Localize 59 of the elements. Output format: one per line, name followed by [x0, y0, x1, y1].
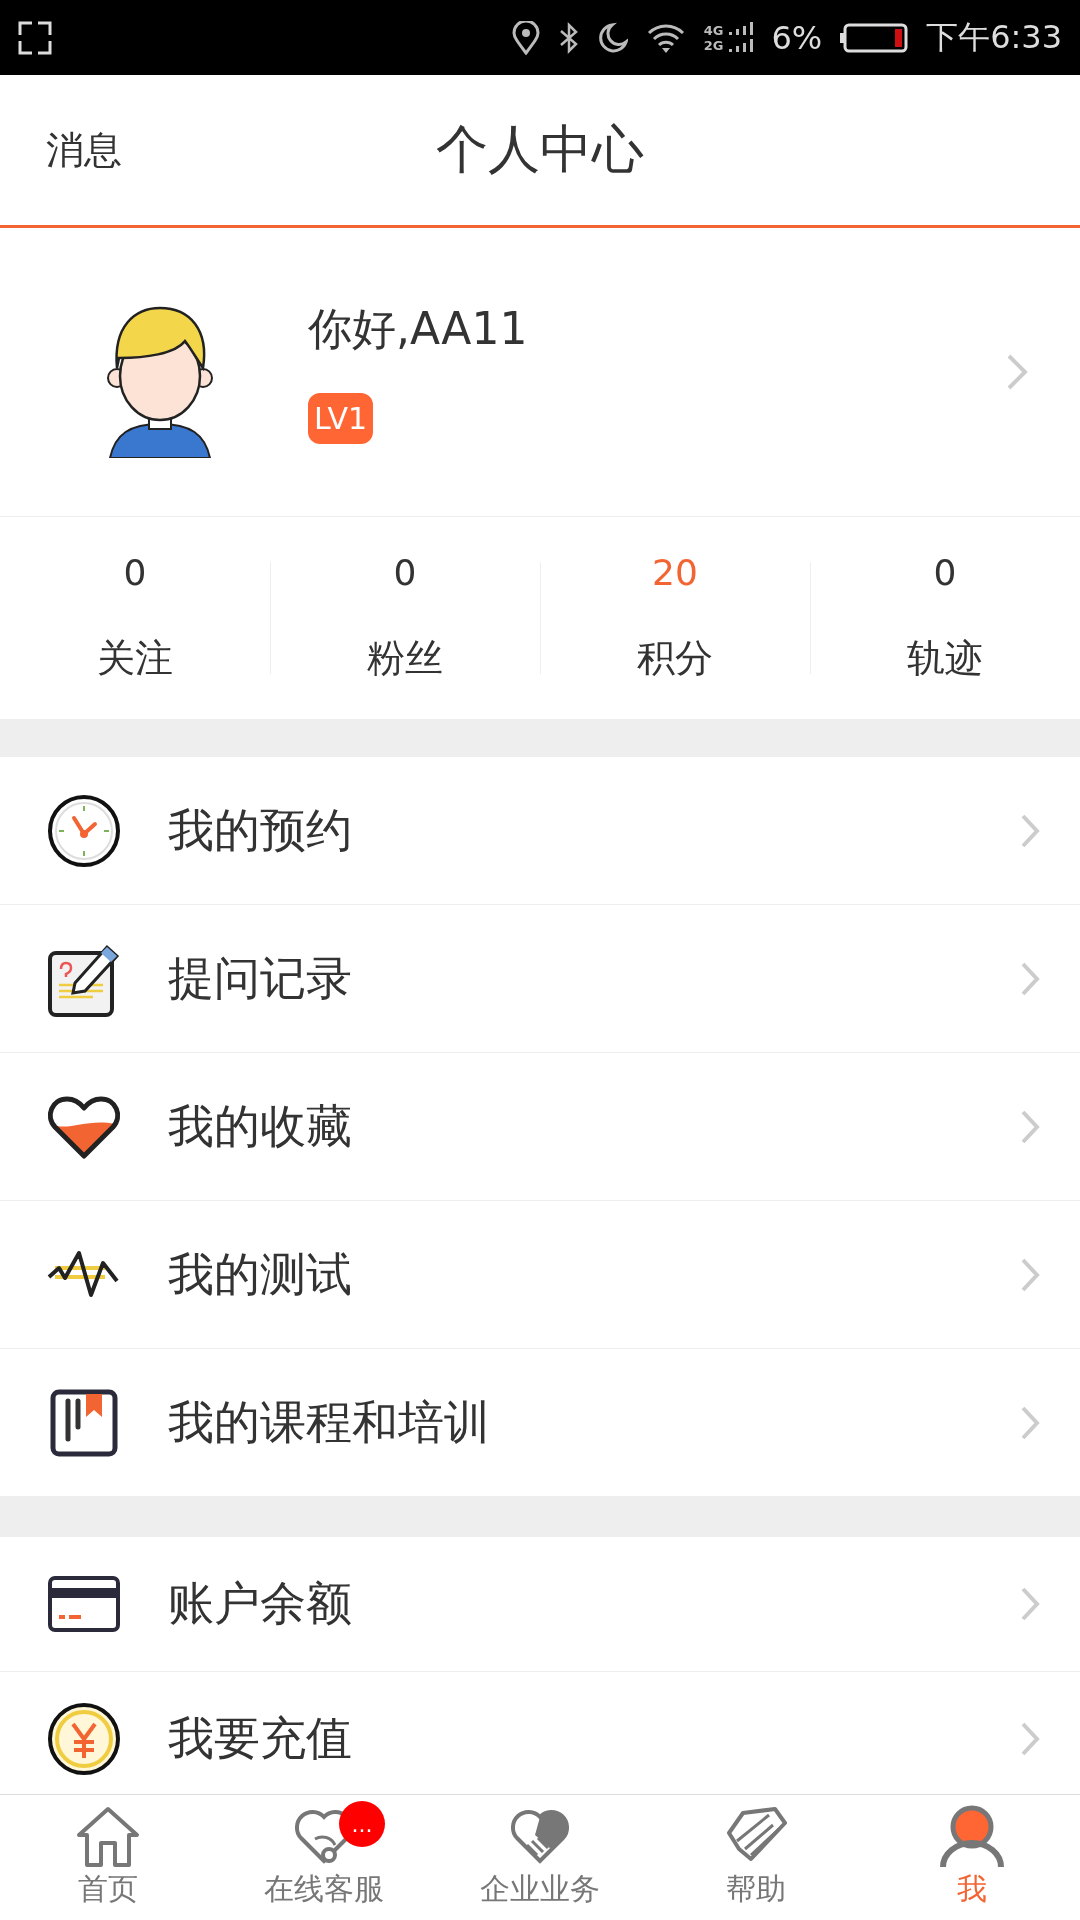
- menu-item[interactable]: 账户余额: [0, 1537, 1080, 1672]
- waveform-icon: [47, 1249, 121, 1300]
- stat-label: 轨迹: [907, 635, 983, 682]
- home-icon: [75, 1805, 141, 1867]
- moon-icon: [597, 21, 628, 54]
- location-icon: [511, 20, 540, 55]
- menu-item[interactable]: 我的课程和培训: [0, 1349, 1080, 1497]
- bank-card-icon: [47, 1575, 121, 1633]
- tab-bar-item[interactable]: ... 在线客服: [216, 1795, 432, 1920]
- network-label: 4G: [703, 22, 724, 38]
- menu-label: 我的收藏: [168, 1097, 353, 1155]
- stat-item[interactable]: 20 积分: [540, 517, 810, 719]
- stat-value: 0: [393, 552, 417, 593]
- tab-bar-item[interactable]: 首页: [0, 1795, 216, 1920]
- stat-label: 积分: [637, 635, 713, 682]
- menu-label: 我的课程和培训: [168, 1393, 491, 1451]
- stat-item[interactable]: 0 粉丝: [270, 517, 540, 719]
- menu-label: 我要充值: [168, 1710, 353, 1767]
- stat-item[interactable]: 0 关注: [0, 517, 270, 719]
- messages-link[interactable]: 消息: [46, 124, 122, 176]
- tab-bar-item[interactable]: 帮助: [648, 1795, 864, 1920]
- stat-label: 关注: [97, 635, 173, 682]
- level-badge: LV1: [308, 393, 374, 444]
- tab-bar-item[interactable]: 企业业务: [432, 1795, 648, 1920]
- chevron-icon: [1020, 812, 1040, 849]
- battery-icon: [840, 22, 909, 53]
- notification-badge: ...: [339, 1801, 385, 1847]
- menu-item[interactable]: 我的测试: [0, 1201, 1080, 1349]
- chevron-icon: [1020, 1256, 1040, 1293]
- menu-item[interactable]: 我的预约: [0, 757, 1080, 905]
- chevron-icon: [1020, 1404, 1040, 1441]
- stat-value: 20: [652, 552, 698, 593]
- page-title: 个人中心: [436, 118, 644, 181]
- screenshot-icon: [18, 20, 52, 55]
- person-icon: [939, 1805, 1005, 1867]
- chevron-icon[interactable]: [1006, 353, 1028, 391]
- greeting-text: 你好,AA11: [308, 302, 528, 356]
- clock-icon: [47, 793, 121, 868]
- network-label: 2G: [703, 37, 724, 53]
- stat-label: 粉丝: [367, 635, 443, 682]
- battery-percent: 6%: [771, 18, 823, 57]
- stat-value: 0: [933, 552, 957, 593]
- menu-label: 账户余额: [168, 1575, 353, 1632]
- clock-time: 下午6:33: [926, 16, 1062, 58]
- chevron-icon: [1020, 1108, 1040, 1145]
- chevron-icon: [1020, 1721, 1040, 1757]
- menu-item[interactable]: 我的收藏: [0, 1053, 1080, 1201]
- menu-item[interactable]: 提问记录: [0, 905, 1080, 1053]
- yuan-coin-icon: [47, 1702, 121, 1776]
- stat-item[interactable]: 0 轨迹: [810, 517, 1080, 719]
- chevron-icon: [1020, 960, 1040, 997]
- stat-value: 0: [123, 552, 147, 593]
- bookmark-book-icon: [50, 1388, 118, 1457]
- wifi-icon: [645, 21, 686, 54]
- chevron-icon: [1020, 1586, 1040, 1622]
- menu-label: 提问记录: [168, 949, 353, 1007]
- signal-icon: [729, 21, 754, 54]
- menu-label: 我的预约: [168, 801, 353, 859]
- menu-label: 我的测试: [168, 1245, 353, 1303]
